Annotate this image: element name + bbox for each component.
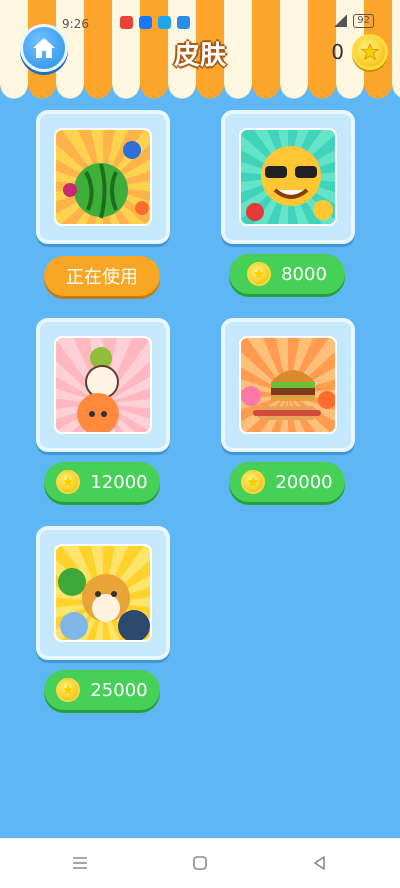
price-label: 25000 <box>90 679 148 701</box>
buy-skin-button[interactable]: 20000 <box>229 462 345 502</box>
price-label: 20000 <box>275 471 333 493</box>
in-use-label: 正在使用 <box>66 267 138 288</box>
notification-app-icon <box>139 16 152 29</box>
burger-hotdog-food-art <box>239 336 337 434</box>
signal-icon <box>333 15 348 27</box>
square-home-icon <box>193 856 207 870</box>
status-indicators: 92 <box>333 14 374 28</box>
notification-icons <box>120 16 190 29</box>
coin-icon <box>56 678 81 702</box>
price-label: 12000 <box>90 471 148 493</box>
status-bar: 9:26 92 <box>0 0 400 31</box>
notification-app-icon <box>158 16 171 29</box>
skin-card-food[interactable] <box>221 318 355 452</box>
recent-apps-button[interactable] <box>60 843 100 883</box>
back-triangle-icon <box>314 856 325 870</box>
buy-skin-button[interactable]: 25000 <box>44 670 160 710</box>
shiba-dogs-art <box>54 544 152 642</box>
system-back-button[interactable] <box>300 843 340 883</box>
telegram-icon <box>177 16 190 29</box>
skin-card-watermelon[interactable] <box>36 110 170 244</box>
coin-icon <box>241 470 266 494</box>
buy-skin-button[interactable]: 8000 <box>229 254 345 294</box>
stacked-animals-art <box>54 336 152 434</box>
notification-app-icon <box>120 16 133 29</box>
watermelon-fruit-art <box>54 128 152 226</box>
status-time: 9:26 <box>62 17 89 31</box>
menu-icon <box>73 857 87 869</box>
skin-in-use-button[interactable]: 正在使用 <box>44 256 160 296</box>
battery-indicator: 92 <box>353 14 374 28</box>
price-label: 8000 <box>281 263 327 285</box>
coin-count: 0 <box>331 40 344 64</box>
skin-card-dogs[interactable] <box>36 526 170 660</box>
coin-icon <box>247 262 272 286</box>
system-home-button[interactable] <box>180 843 220 883</box>
skin-card-emoji[interactable] <box>221 110 355 244</box>
buy-skin-button[interactable]: 12000 <box>44 462 160 502</box>
system-nav-bar <box>0 838 400 888</box>
skin-card-animals[interactable] <box>36 318 170 452</box>
coin-icon <box>352 34 388 70</box>
emoji-faces-art <box>239 128 337 226</box>
coin-icon <box>56 470 81 494</box>
